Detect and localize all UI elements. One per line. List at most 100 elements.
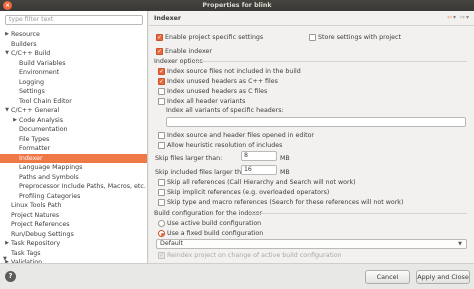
expand-arrow-icon[interactable]: ▶ xyxy=(4,239,10,249)
tree-item[interactable]: Project Natures xyxy=(0,211,147,221)
checkbox-icon: ✓ xyxy=(158,252,165,259)
checkbox-icon xyxy=(158,98,165,105)
tree-item[interactable]: ▶ Resource xyxy=(0,30,147,40)
option-skip-all-references[interactable]: Skip all references (Call Hierarchy and … xyxy=(158,179,356,186)
apply-and-close-button[interactable]: Apply and Close xyxy=(416,270,470,284)
checkbox-label: Index all header variants xyxy=(167,98,246,105)
checkbox-label: Skip implicit references (e.g. overloade… xyxy=(167,189,330,196)
tree-item-label: Task Repository xyxy=(11,240,61,247)
build-config-select[interactable]: Default ▼ xyxy=(156,239,467,249)
tree-item[interactable]: Builders xyxy=(0,40,147,50)
checkbox-icon xyxy=(158,179,165,186)
option-index-unused-headers-c[interactable]: Index unused headers as C files xyxy=(158,88,267,95)
tree-item[interactable]: Paths and Symbols xyxy=(0,173,147,183)
checkbox-label: Index unused headers as C++ files xyxy=(167,78,278,85)
scroll-down-icon[interactable]: ▼ xyxy=(3,256,7,262)
tree-item[interactable]: Environment xyxy=(0,68,147,78)
dialog-footer: ? Cancel Apply and Close xyxy=(0,263,474,289)
forward-menu-icon[interactable]: ▾ xyxy=(466,14,470,21)
all-variants-input[interactable] xyxy=(166,117,466,127)
tree-item-label: Settings xyxy=(19,88,45,95)
store-with-project-checkbox[interactable]: Store settings with project xyxy=(309,34,401,41)
enable-indexer-checkbox[interactable]: ✓ Enable indexer xyxy=(156,48,212,55)
tree-item-label: Project Natures xyxy=(11,211,60,219)
tree-item[interactable]: Language Mappings xyxy=(0,163,147,173)
property-tree: ▶ Resource Builders ▼ C/C++ Build Build Varia… xyxy=(0,30,147,263)
radio-use-active-config[interactable]: Use active build configuration xyxy=(158,220,261,227)
filter-input[interactable]: type filter text xyxy=(5,15,143,25)
tree-item-label: Run/Debug Settings xyxy=(11,230,74,238)
enable-project-specific-checkbox[interactable]: ✓ Enable project specific settings xyxy=(156,34,263,41)
all-variants-label: Index all variants of specific headers: xyxy=(166,107,284,114)
checkbox-icon xyxy=(158,199,165,206)
radio-use-fixed-config[interactable]: Use a fixed build configuration xyxy=(158,230,263,237)
tree-item[interactable]: Profiling Categories xyxy=(0,192,147,202)
radio-icon xyxy=(158,230,165,237)
tree-item-label: Paths and Symbols xyxy=(19,173,79,181)
radio-icon xyxy=(158,220,165,227)
tree-item[interactable]: Indexer xyxy=(0,153,147,163)
checkbox-icon xyxy=(158,132,165,139)
option-heuristic-includes[interactable]: Allow heuristic resolution of includes xyxy=(158,142,282,149)
title-bar: × Properties for blink xyxy=(0,0,474,11)
history-navigation: ⇦▾ ⇨▾ xyxy=(447,14,470,21)
checkbox-label: Store settings with project xyxy=(318,34,401,41)
checkbox-label: Index unused headers as C files xyxy=(167,88,268,95)
tree-item[interactable]: Documentation xyxy=(0,125,147,135)
tree-item[interactable]: Project References xyxy=(0,220,147,230)
checkbox-label: Enable project specific settings xyxy=(165,34,264,41)
tree-item[interactable]: Tool Chain Editor xyxy=(0,97,147,107)
skip-larger-label: Skip files larger than: xyxy=(155,155,223,162)
tree-item[interactable]: Formatter xyxy=(0,144,147,154)
tree-item[interactable]: Preprocessor Include Paths, Macros, etc. xyxy=(0,182,147,192)
tree-item[interactable]: Run/Debug Settings xyxy=(0,230,147,240)
option-index-source-not-in-build[interactable]: ✓ Index source files not included in the… xyxy=(158,68,301,75)
tree-item-label: Documentation xyxy=(19,126,68,133)
tree-item[interactable]: Linux Tools Path xyxy=(0,201,147,211)
tree-item[interactable]: Logging xyxy=(0,78,147,88)
tree-item[interactable]: ▶ Task Repository xyxy=(0,239,147,249)
tree-item-label: Language Mappings xyxy=(19,164,83,171)
skip-larger-unit: MB xyxy=(280,155,290,162)
tree-item[interactable]: ▼ C/C++ Build xyxy=(0,49,147,59)
option-index-opened-in-editor[interactable]: Index source and header files opened in … xyxy=(158,132,314,139)
skip-included-larger-label: Skip included files larger than: xyxy=(155,169,252,176)
tree-item-label: Code Analysis xyxy=(19,116,64,124)
tree-item[interactable]: Task Tags xyxy=(0,249,147,259)
expand-arrow-icon[interactable]: ▶ xyxy=(4,30,10,40)
reindex-on-change-checkbox[interactable]: ✓ Reindex project on change of active bu… xyxy=(158,252,342,259)
page-title: Indexer xyxy=(154,15,182,22)
option-skip-type-macro-references[interactable]: Skip type and macro references (Search f… xyxy=(158,199,403,206)
header-divider xyxy=(149,25,474,26)
tree-item[interactable]: ▶ Code Analysis xyxy=(0,116,147,126)
option-index-all-header-variants[interactable]: Index all header variants xyxy=(158,98,245,105)
selected-value: Default xyxy=(160,240,184,247)
group-divider xyxy=(249,213,467,214)
tree-item-label: Tool Chain Editor xyxy=(19,97,72,105)
option-skip-implicit-references[interactable]: Skip implicit references (e.g. overloade… xyxy=(158,189,329,196)
cancel-button[interactable]: Cancel xyxy=(365,270,410,284)
expand-arrow-icon[interactable]: ▶ xyxy=(12,116,18,126)
chevron-down-icon: ▼ xyxy=(458,241,462,247)
collapse-arrow-icon[interactable]: ▼ xyxy=(4,49,10,59)
help-icon[interactable]: ? xyxy=(5,271,16,282)
checkbox-icon: ✓ xyxy=(158,68,165,75)
tree-item-label: Build Variables xyxy=(19,59,66,67)
tree-item[interactable]: Build Variables xyxy=(0,59,147,69)
checkbox-icon: ✓ xyxy=(156,34,163,41)
option-index-unused-headers-cpp[interactable]: ✓ Index unused headers as C++ files xyxy=(158,78,278,85)
tree-item[interactable]: Settings xyxy=(0,87,147,97)
tree-item[interactable]: File Types xyxy=(0,135,147,145)
tree-item[interactable]: ▼ C/C++ General xyxy=(0,106,147,116)
checkbox-icon xyxy=(158,189,165,196)
radio-label: Use a fixed build configuration xyxy=(167,230,264,237)
checkbox-label: Skip all references (Call Hierarchy and … xyxy=(167,179,356,186)
collapse-arrow-icon[interactable]: ▼ xyxy=(4,106,10,116)
skip-larger-input[interactable]: 8 xyxy=(241,151,277,161)
back-menu-icon[interactable]: ▾ xyxy=(453,14,457,21)
skip-included-larger-input[interactable]: 16 xyxy=(241,165,277,175)
checkbox-label: Index source files not included in the b… xyxy=(167,68,301,75)
tree-item-label: File Types xyxy=(19,135,50,143)
checkbox-label: Allow heuristic resolution of includes xyxy=(167,142,283,149)
checkbox-icon: ✓ xyxy=(158,78,165,85)
